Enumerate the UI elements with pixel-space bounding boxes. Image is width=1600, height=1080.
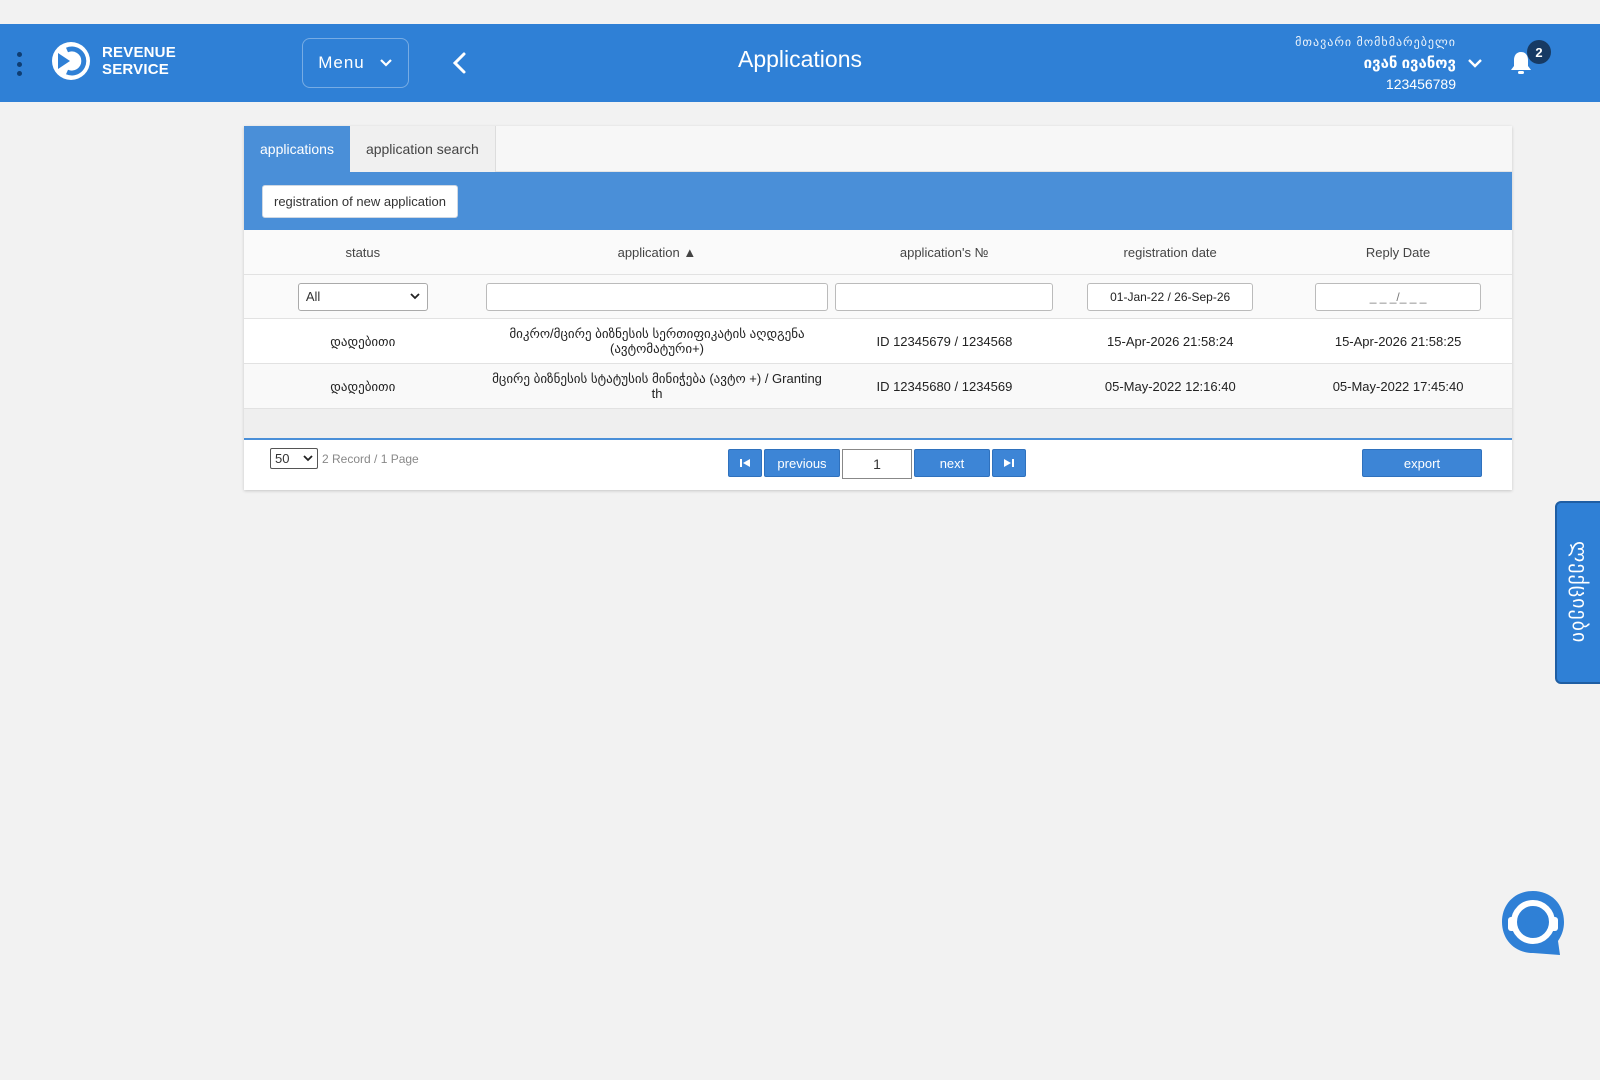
back-arrow-icon[interactable]	[448, 50, 472, 76]
user-role: მთავარი მომხმარებელი	[1295, 35, 1456, 49]
reply-date-cell: 05-May-2022 17:45:40	[1332, 378, 1464, 394]
menu-button-label: Menu	[318, 53, 365, 72]
lectures-side-tab[interactable]: ლექციები	[1555, 501, 1600, 684]
last-page-icon	[1004, 459, 1014, 467]
register-new-application-button[interactable]: registration of new application	[262, 185, 458, 218]
pagination-bar: 50 2 Record / 1 Page previous 1 next exp…	[244, 438, 1512, 490]
notification-badge: 2	[1527, 40, 1551, 64]
application-filter-input[interactable]	[485, 282, 828, 311]
chevron-down-icon	[303, 455, 313, 462]
reply-date-cell: 15-Apr-2026 21:58:25	[1334, 333, 1462, 349]
user-id: 123456789	[1385, 76, 1456, 92]
table-row[interactable]: დადებითი მიკრო/მცირე ბიზნესის სერთიფიკატ…	[244, 319, 1512, 364]
column-header-application[interactable]: application ▲	[482, 245, 833, 260]
menu-button[interactable]: Menu	[302, 38, 409, 88]
chevron-down-icon	[379, 59, 392, 67]
application-cell: მიკრო/მცირე ბიზნესის სერთიფიკატის აღდგენ…	[509, 326, 805, 356]
status-cell: დადებითი	[330, 333, 396, 349]
chat-support-icon[interactable]	[1500, 889, 1566, 957]
record-count: 2 Record / 1 Page	[322, 452, 419, 466]
chevron-down-icon	[410, 293, 420, 300]
registration-date-cell: 05-May-2022 12:16:40	[1104, 378, 1236, 394]
status-filter-select[interactable]: All	[297, 282, 428, 311]
first-page-button[interactable]	[728, 449, 762, 477]
export-button[interactable]: export	[1362, 449, 1482, 477]
tab-bar: applications application search	[244, 126, 1512, 172]
first-page-icon	[740, 459, 750, 467]
registration-date-filter[interactable]: 01-Jan-22 / 26-Sep-26	[1087, 282, 1254, 311]
page-size-value: 50	[275, 451, 290, 466]
tab-application-search[interactable]: application search	[349, 126, 496, 172]
user-profile[interactable]: მთავარი მომხმარებელი ივან ივანოვ 1234567…	[1295, 35, 1456, 92]
column-header-reply-date[interactable]: Reply Date	[1284, 245, 1512, 260]
revenue-service-logo[interactable]: REVENUE SERVICE	[50, 40, 176, 82]
table-header-row: status application ▲ application's № reg…	[244, 230, 1512, 275]
table-row[interactable]: დადებითი მცირე ბიზნესის სტატუსის მინიჭებ…	[244, 364, 1512, 409]
number-cell: ID 12345679 / 1234568	[876, 333, 1013, 349]
number-cell: ID 12345680 / 1234569	[876, 378, 1013, 394]
column-header-status[interactable]: status	[244, 245, 482, 260]
applications-panel: applications application search registra…	[244, 126, 1512, 490]
top-header: REVENUE SERVICE Menu Applications მთავარ…	[0, 24, 1600, 102]
logo-icon	[52, 42, 90, 80]
previous-page-button[interactable]: previous	[764, 449, 840, 477]
next-page-button[interactable]: next	[914, 449, 990, 477]
application-cell: მცირე ბიზნესის სტატუსის მინიჭება (ავტო +…	[492, 371, 822, 401]
table-footer-spacer	[244, 409, 1512, 440]
reply-date-filter[interactable]: _ _ _/_ _ _	[1315, 282, 1482, 311]
page-size-select[interactable]: 50	[270, 448, 318, 469]
number-filter-input[interactable]	[835, 282, 1054, 311]
user-name: ივან ივანოვ	[1363, 55, 1456, 72]
user-menu-chevron-icon[interactable]	[1466, 54, 1484, 72]
filter-row: All 01-Jan-22 / 26-Sep-26 _ _ _/_ _ _	[244, 275, 1512, 319]
tab-applications[interactable]: applications	[244, 126, 350, 172]
last-page-button[interactable]	[992, 449, 1026, 477]
applications-grid: status application ▲ application's № reg…	[244, 230, 1512, 440]
logo-text-line2: SERVICE	[102, 61, 169, 78]
column-header-registration-date[interactable]: registration date	[1056, 245, 1284, 260]
toolbar: registration of new application	[244, 172, 1512, 230]
logo-text-line1: REVENUE	[102, 44, 176, 61]
column-header-number[interactable]: application's №	[832, 245, 1056, 260]
registration-date-cell: 15-Apr-2026 21:58:24	[1107, 333, 1234, 349]
kebab-menu-icon[interactable]	[16, 52, 22, 76]
status-filter-value: All	[305, 289, 321, 304]
status-cell: დადებითი	[330, 378, 396, 394]
current-page-input[interactable]: 1	[842, 449, 912, 479]
side-tab-label: ლექციები	[1568, 541, 1590, 644]
